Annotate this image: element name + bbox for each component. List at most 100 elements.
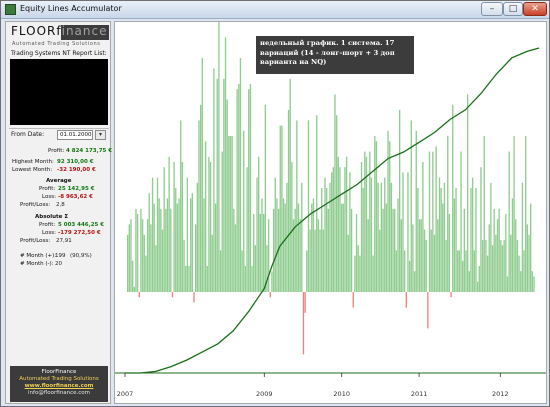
bar-positive (224, 37, 227, 293)
bar-positive (322, 229, 325, 292)
chart-panel: 2007 2009 2010 2011 2012 недельный график. 1… (114, 21, 547, 404)
avg-profit-value: 25 142,95 € (58, 186, 95, 192)
bar-positive (239, 58, 242, 292)
bar-positive (379, 229, 381, 292)
bar-positive (513, 136, 515, 292)
report-list[interactable] (10, 59, 108, 125)
sidebar: FLOORfinance Automated Trading Solutions… (5, 21, 112, 404)
bar-positive (390, 182, 393, 292)
highest-month-value: 92 310,00 € (57, 159, 94, 165)
maximize-button[interactable]: □ (503, 2, 523, 16)
bar-positive (347, 234, 349, 292)
bar-positive (263, 214, 265, 292)
bar-positive (483, 136, 485, 292)
bar-positive (221, 151, 223, 292)
bar-positive (228, 136, 230, 292)
footer-company: FloorFinance (41, 369, 77, 375)
bar-positive (196, 182, 198, 292)
bar-positive (465, 250, 467, 292)
bar-positive (518, 255, 520, 292)
bar-positive (296, 120, 298, 293)
bar-positive (448, 214, 451, 292)
absolute-header: Absolute Σ (35, 214, 69, 220)
bar-positive (276, 198, 278, 292)
bar-positive (133, 286, 135, 292)
bar-positive (176, 203, 179, 292)
month-neg-label: # Month (-): (20, 261, 54, 267)
bar-positive (334, 94, 336, 293)
bar-positive (452, 104, 454, 292)
bar-positive (211, 234, 213, 292)
bar-positive (291, 162, 293, 292)
bar-positive (297, 203, 300, 292)
footer-website-link[interactable]: www.floorfinance.com (10, 383, 108, 390)
report-list-label: Trading Systems NT Report List: (11, 50, 107, 57)
bar-negative (269, 292, 271, 298)
bar-positive (251, 266, 253, 292)
bar-positive (403, 250, 406, 292)
bar-positive (402, 172, 404, 292)
bar-positive (521, 182, 524, 292)
bar-positive (480, 167, 482, 292)
chart-annotation: недельный график. 1 система. 17 вариаций… (256, 36, 414, 74)
abs-profit-value: 5 003 446,25 € (58, 222, 105, 228)
bar-positive (340, 203, 343, 292)
bar-positive (467, 94, 469, 293)
bar-positive (523, 250, 525, 292)
bar-positive (238, 84, 240, 292)
bar-positive (274, 177, 276, 292)
bar-positive (281, 125, 283, 292)
bar-positive (284, 203, 286, 292)
bar-positive (146, 219, 149, 292)
x-tick-label: 2010 (333, 390, 350, 398)
bar-positive (271, 271, 273, 292)
bar-positive (188, 266, 190, 292)
bar-positive (462, 260, 464, 292)
bar-positive (433, 234, 436, 292)
bar-positive (130, 219, 132, 292)
bar-positive (213, 68, 215, 293)
bar-positive (131, 260, 134, 292)
bar-positive (248, 89, 250, 292)
bar-positive (506, 276, 509, 292)
bar-positive (530, 203, 532, 292)
close-button[interactable]: ✕ (523, 2, 547, 16)
avg-pl-label: Profit/Loss: (20, 202, 51, 208)
bar-positive (219, 250, 222, 292)
avg-profit-label: Profit: (39, 186, 56, 192)
x-tick-label: 2011 (411, 390, 428, 398)
bar-positive (319, 229, 321, 292)
bar-positive (500, 240, 502, 292)
bar-negative (138, 292, 140, 298)
bar-positive (259, 214, 262, 292)
from-date-input[interactable]: 01.01.2000 (57, 130, 93, 140)
bar-positive (226, 99, 228, 292)
footer-email-link[interactable]: info@floorfinance.com (10, 390, 108, 397)
bar-positive (267, 219, 270, 292)
bar-positive (384, 177, 386, 292)
bar-positive (254, 245, 257, 292)
bar-positive (413, 271, 416, 292)
bar-positive (349, 172, 351, 292)
bar-positive (216, 78, 218, 292)
logo-tagline: Automated Trading Solutions (12, 41, 101, 47)
bar-positive (478, 266, 480, 292)
bar-positive (515, 219, 517, 292)
minimize-button[interactable]: – (481, 2, 503, 16)
bar-positive (455, 188, 457, 292)
title-bar[interactable]: Equity Lines Accumulator – □ ✕ (1, 1, 549, 19)
bar-positive (422, 162, 424, 292)
bar-positive (253, 214, 255, 292)
bar-positive (311, 203, 313, 292)
bar-positive (231, 136, 233, 292)
bar-positive (246, 167, 248, 292)
bar-positive (168, 156, 170, 292)
bar-positive (287, 110, 290, 292)
bar-positive (498, 208, 500, 292)
bar-positive (128, 224, 130, 292)
bar-positive (496, 219, 499, 292)
bar-positive (163, 167, 165, 292)
bar-positive (377, 182, 379, 292)
abs-loss-value: -179 272,50 € (58, 230, 101, 236)
calendar-dropdown-icon[interactable]: ▾ (95, 130, 106, 140)
